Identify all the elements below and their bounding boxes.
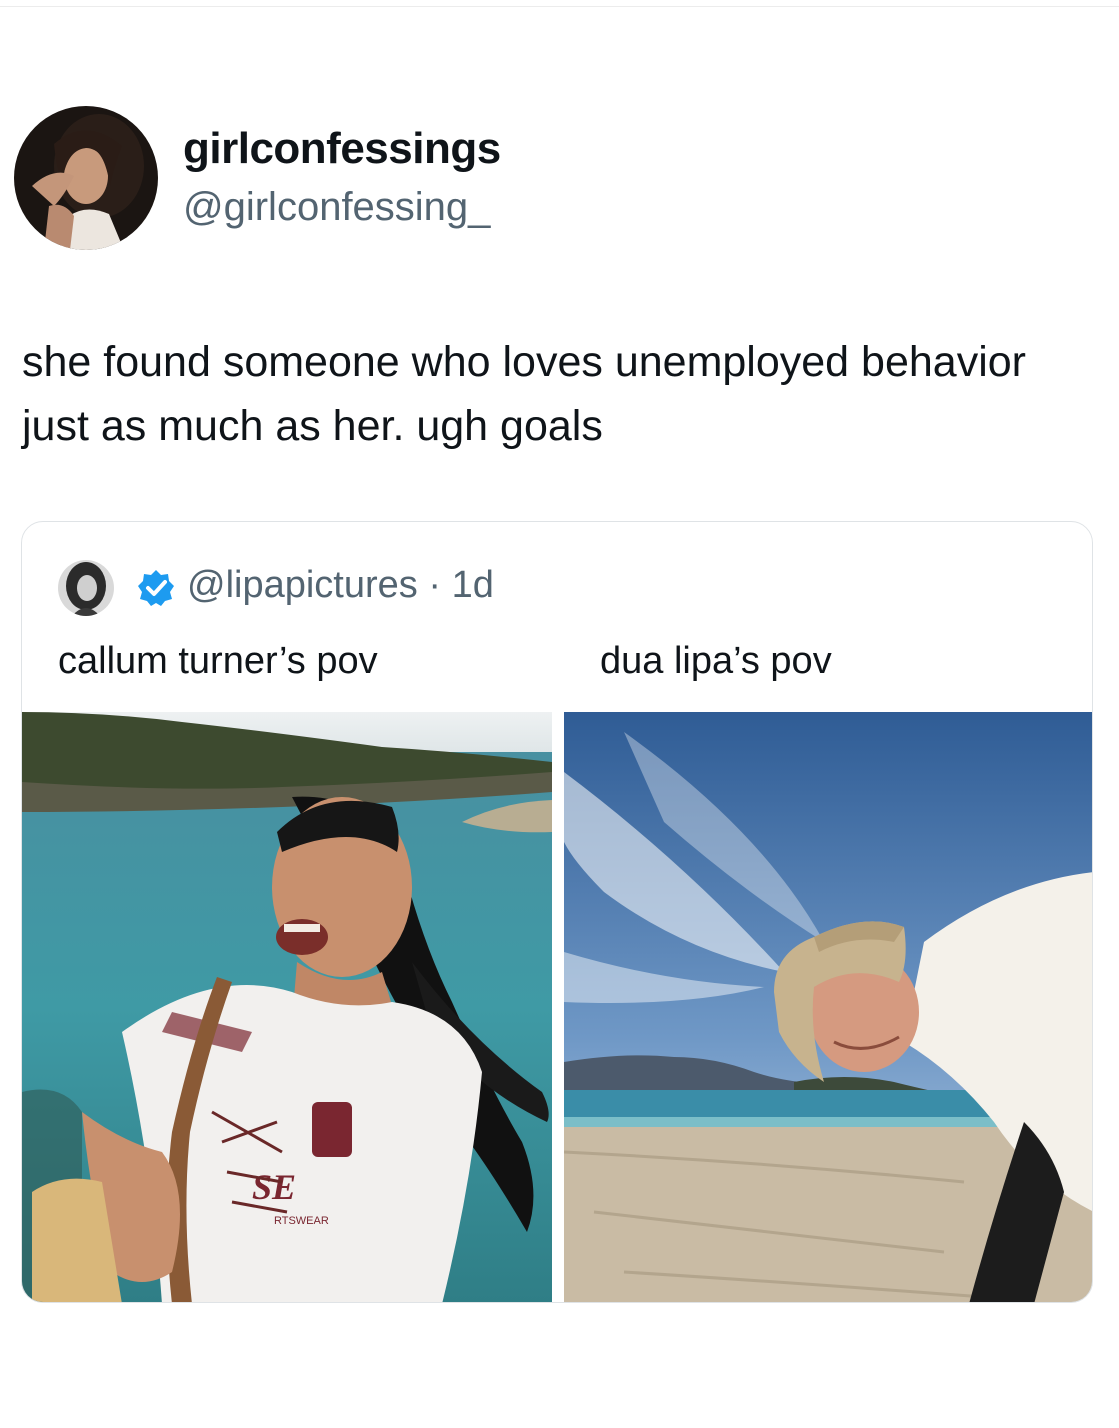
quoted-handle[interactable]: @lipapictures: [187, 564, 418, 606]
quoted-handle-row: @lipapictures · 1d: [187, 564, 494, 607]
meta-separator: ·: [428, 564, 442, 606]
author-display-name[interactable]: girlconfessings: [183, 124, 501, 174]
left-caption: callum turner’s pov: [58, 640, 378, 682]
post-age[interactable]: 1d: [452, 564, 494, 606]
jersey-subtext: RTSWEAR: [274, 1215, 329, 1227]
top-divider: [0, 6, 1119, 7]
author-avatar[interactable]: [14, 106, 158, 250]
quoted-post-card[interactable]: @lipapictures · 1d callum turner’s pov d…: [21, 521, 1093, 1303]
author-handle[interactable]: @girlconfessing_: [183, 185, 490, 230]
right-caption: dua lipa’s pov: [600, 640, 832, 682]
jersey-text: SE: [252, 1167, 296, 1207]
post-text: she found someone who loves unemployed b…: [22, 338, 1026, 450]
quoted-author-avatar[interactable]: [58, 560, 114, 616]
verified-badge-icon: [136, 568, 176, 608]
left-photo[interactable]: SE RTSWEAR: [22, 712, 552, 1302]
right-photo[interactable]: [564, 712, 1092, 1302]
